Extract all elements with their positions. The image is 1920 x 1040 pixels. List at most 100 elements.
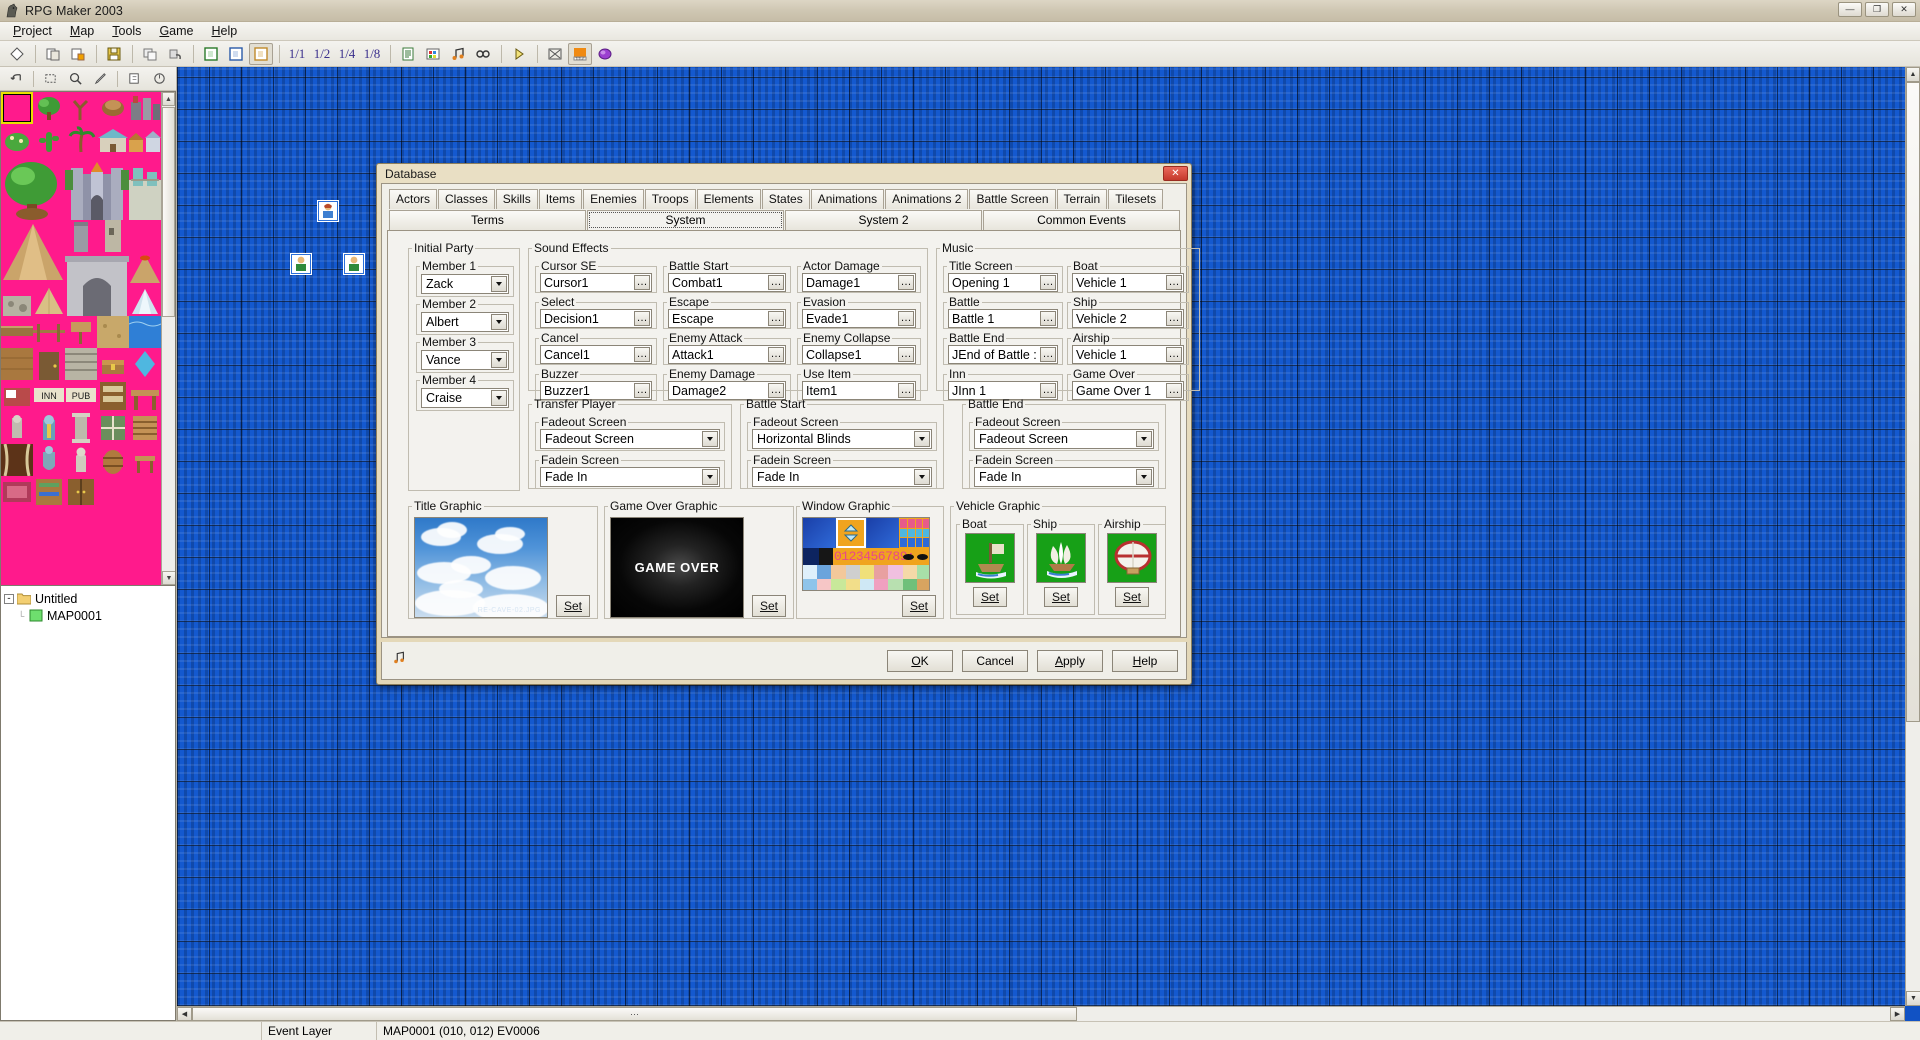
tile-tree[interactable]	[33, 92, 65, 124]
se-actor-damage-field[interactable]: Damage1 …	[802, 273, 916, 292]
search-icon[interactable]	[471, 43, 495, 65]
tab-common-events[interactable]: Common Events	[983, 210, 1180, 230]
title-screen-icon[interactable]: TITLE	[568, 43, 592, 65]
palette-scroll-down[interactable]: ▼	[162, 571, 176, 585]
browse-ellipsis-button[interactable]: …	[634, 347, 650, 362]
browse-ellipsis-button[interactable]: …	[1166, 347, 1182, 362]
tile-maiden-statue[interactable]	[65, 444, 97, 476]
map-scroll-left[interactable]: ◀	[177, 1007, 192, 1021]
battleend-fadein-combo[interactable]: Fade In	[974, 467, 1154, 487]
map-scroll-up[interactable]: ▲	[1906, 67, 1920, 82]
tree-node-map[interactable]: └ MAP0001	[4, 607, 172, 624]
menu-map[interactable]: Map	[61, 22, 103, 40]
browse-ellipsis-button[interactable]: …	[1166, 311, 1182, 326]
chevron-down-icon[interactable]	[491, 390, 507, 406]
vehicle-ship-preview[interactable]	[1036, 533, 1086, 583]
playtest-icon[interactable]	[507, 43, 531, 65]
tree-expander[interactable]: -	[4, 594, 14, 604]
transfer-fadeout-combo[interactable]: Fadeout Screen	[540, 429, 720, 449]
battlestart-fadeout-combo[interactable]: Horizontal Blinds	[752, 429, 932, 449]
tile-barrel[interactable]	[97, 444, 129, 476]
window-graphic-preview[interactable]: 0123456789:	[802, 517, 930, 591]
tile-tower2[interactable]	[97, 220, 129, 252]
select-icon[interactable]	[38, 68, 62, 90]
tab-enemies[interactable]: Enemies	[583, 189, 644, 209]
tile-chest[interactable]	[97, 348, 129, 380]
music-icon[interactable]	[446, 43, 470, 65]
tile-stool[interactable]	[129, 444, 161, 476]
tile-big-tree[interactable]	[1, 156, 65, 220]
map-vscroll-thumb[interactable]	[1906, 82, 1920, 722]
rectangle-icon[interactable]	[122, 68, 146, 90]
chevron-down-icon[interactable]	[491, 352, 507, 368]
tile-cabinet[interactable]	[65, 476, 97, 508]
map-scroll-right[interactable]: ▶	[1890, 1007, 1905, 1021]
tile-path[interactable]	[97, 316, 129, 348]
map-hscroll-thumb[interactable]: ⋯	[192, 1007, 1077, 1021]
tab-animations-2[interactable]: Animations 2	[885, 189, 968, 209]
dialog-close-button[interactable]: ✕	[1163, 166, 1188, 181]
pencil-icon[interactable]	[88, 68, 112, 90]
tile-pillar[interactable]	[65, 412, 97, 444]
tile-pyramid[interactable]	[33, 284, 65, 316]
member-1-combo[interactable]: Zack	[421, 274, 509, 294]
save-as-icon[interactable]	[66, 43, 90, 65]
tile-glacier[interactable]	[129, 284, 161, 316]
tile-shelf[interactable]	[33, 476, 65, 508]
circle-icon[interactable]	[147, 68, 171, 90]
battleend-fadeout-combo[interactable]: Fadeout Screen	[974, 429, 1154, 449]
copy-map-icon[interactable]	[138, 43, 162, 65]
palette-scroll-thumb[interactable]	[162, 107, 175, 317]
layer-upper-icon[interactable]	[224, 43, 248, 65]
tile-fence[interactable]	[33, 316, 65, 348]
tile-house[interactable]	[97, 124, 129, 156]
se-escape-field[interactable]: Escape …	[668, 309, 786, 328]
window-graphic-set-button[interactable]: Set	[902, 595, 936, 617]
layer-event-icon[interactable]	[249, 43, 273, 65]
tile-armor[interactable]	[33, 444, 65, 476]
tile-window[interactable]	[97, 412, 129, 444]
browse-ellipsis-button[interactable]: …	[634, 383, 650, 398]
se-cursor-field[interactable]: Cursor1 …	[540, 273, 652, 292]
tile-castle[interactable]	[65, 156, 129, 220]
zoom-1-8-button[interactable]: 1/8	[360, 43, 384, 65]
tab-system[interactable]: System	[587, 210, 784, 230]
tile-mountain[interactable]	[1, 220, 65, 284]
map-vertical-scrollbar[interactable]: ▲ ▼	[1905, 67, 1920, 1006]
materials-icon[interactable]	[593, 43, 617, 65]
music-note-icon[interactable]	[392, 651, 406, 668]
browse-ellipsis-button[interactable]: …	[1040, 383, 1056, 398]
tile-bookcase[interactable]	[97, 380, 129, 412]
fullscreen-icon[interactable]	[543, 43, 567, 65]
menu-game[interactable]: Game	[150, 22, 202, 40]
browse-ellipsis-button[interactable]: …	[768, 383, 784, 398]
chevron-down-icon[interactable]	[702, 469, 718, 485]
music-airship-field[interactable]: Vehicle 1 …	[1072, 345, 1184, 364]
member-3-combo[interactable]: Vance	[421, 350, 509, 370]
tile-bridge[interactable]	[1, 316, 33, 348]
menu-help[interactable]: Help	[203, 22, 247, 40]
tile-stairs[interactable]	[65, 348, 97, 380]
menu-project[interactable]: PProjectroject	[4, 22, 61, 40]
tab-states[interactable]: States	[762, 189, 810, 209]
map-event-hero[interactable]	[317, 200, 339, 222]
music-battle-end-field[interactable]: JEnd of Battle : …	[948, 345, 1058, 364]
tile-cactus[interactable]	[33, 124, 65, 156]
tileset-palette[interactable]: INN PUB	[0, 91, 176, 586]
tile-curtain[interactable]	[1, 444, 33, 476]
tile-wood-floor[interactable]	[1, 348, 33, 380]
palette-scroll-up[interactable]: ▲	[162, 92, 175, 106]
battlestart-fadein-combo[interactable]: Fade In	[752, 467, 932, 487]
transfer-fadein-combo[interactable]: Fade In	[540, 467, 720, 487]
chevron-down-icon[interactable]	[491, 276, 507, 292]
apply-button[interactable]: Apply	[1037, 650, 1103, 672]
chevron-down-icon[interactable]	[1136, 469, 1152, 485]
se-cancel-field[interactable]: Cancel1 …	[540, 345, 652, 364]
se-battle-start-field[interactable]: Combat1 …	[668, 273, 786, 292]
map-horizontal-scrollbar[interactable]: ◀ ⋯ ▶	[177, 1006, 1905, 1021]
game-over-graphic-preview[interactable]: GAME OVER	[610, 517, 744, 618]
tab-skills[interactable]: Skills	[496, 189, 538, 209]
tab-terrain[interactable]: Terrain	[1057, 189, 1108, 209]
paste-map-icon[interactable]	[163, 43, 187, 65]
browse-ellipsis-button[interactable]: …	[634, 311, 650, 326]
